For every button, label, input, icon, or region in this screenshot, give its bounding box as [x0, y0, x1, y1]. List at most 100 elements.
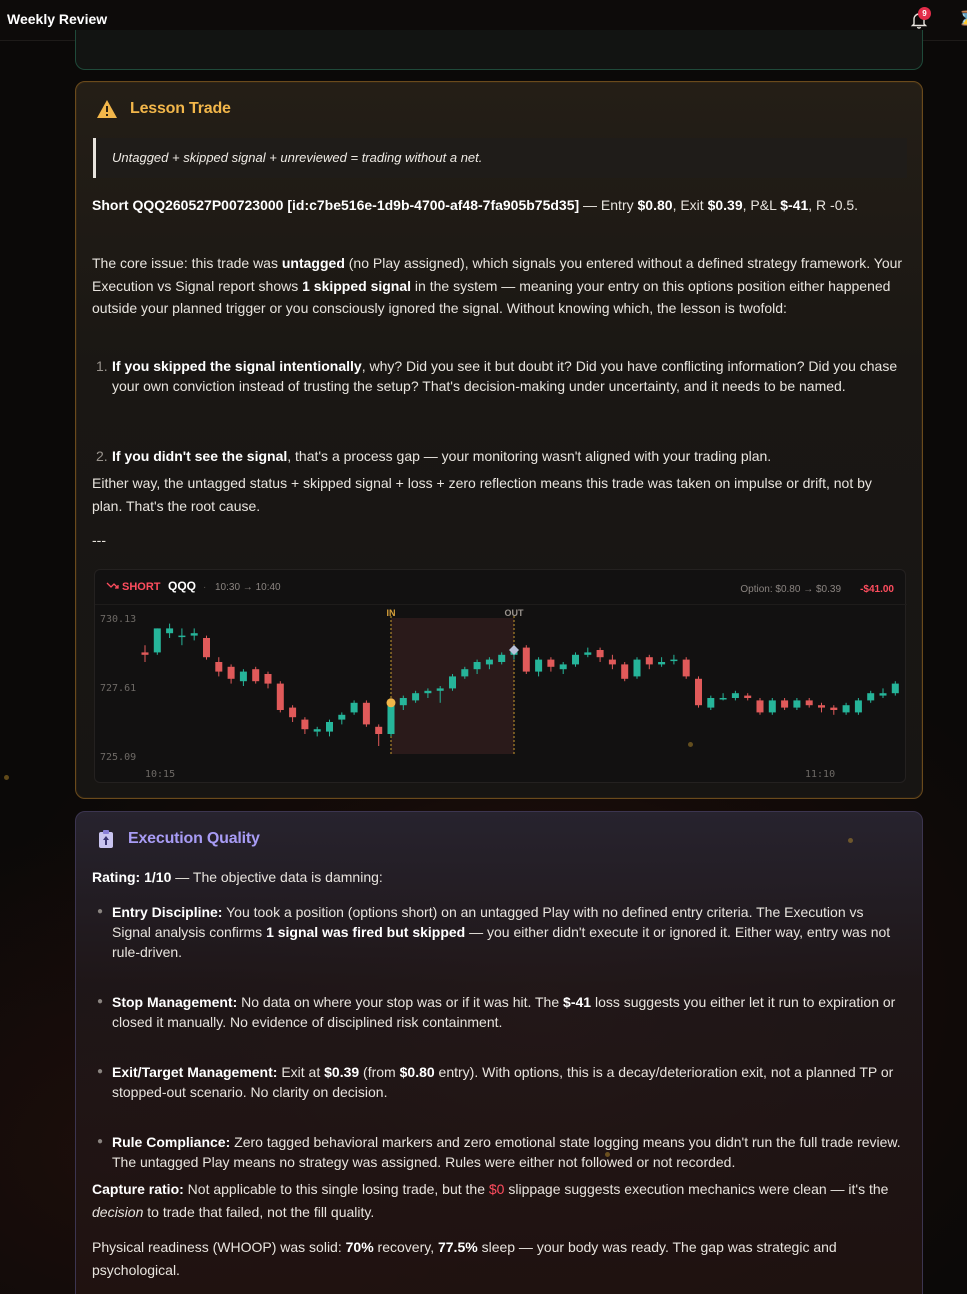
lesson-quote: Untagged + skipped signal + unreviewed =… [93, 138, 907, 178]
candle-body [707, 698, 715, 708]
candle-body [473, 662, 481, 670]
entry-prefix: — Entry [579, 197, 638, 213]
candle-body [449, 676, 456, 689]
candle-body [805, 700, 813, 706]
candle-body [178, 635, 186, 638]
trade-label: Short QQQ260527P00723000 [id:c7be516e-1d… [92, 197, 580, 213]
candle-body [842, 705, 850, 713]
candle-body [547, 659, 555, 667]
list-item-bold: Stop Management: [112, 994, 238, 1010]
ambient-dot [848, 838, 853, 843]
clipboard-icon [99, 830, 113, 848]
list-item: ● Entry Discipline: You took a position … [92, 902, 906, 962]
list-item: 2. If you didn't see the signal, that's … [92, 446, 904, 466]
list-item-bold: $0.80 [399, 1064, 435, 1080]
candle-body [768, 700, 776, 713]
direction-label: SHORT [122, 581, 161, 593]
candle-body [879, 693, 887, 696]
bullet: ● [97, 906, 104, 917]
list-item-bold: $0.39 [324, 1064, 360, 1080]
list-item-bold: Exit/Target Management: [112, 1064, 278, 1080]
bullet: ● [97, 996, 104, 1007]
slippage-value: $0 [488, 1181, 505, 1197]
candle-body [744, 695, 752, 698]
candle-body [867, 693, 875, 701]
list-item: ● Exit/Target Management: Exit at $0.39 … [92, 1062, 906, 1102]
candle-body [289, 707, 297, 718]
candle-body [227, 666, 235, 679]
warning-icon [97, 100, 117, 118]
y-tick-label: 730.13 [100, 614, 136, 625]
entry-marker [386, 698, 396, 708]
chart-pnl: -$41.00 [860, 584, 894, 595]
entry-label: IN [387, 608, 396, 618]
capture-label: Capture ratio: [92, 1181, 184, 1197]
ambient-dot [4, 775, 9, 780]
capture-ratio-paragraph: Capture ratio: Not applicable to this si… [92, 1178, 904, 1223]
candle-body [522, 647, 530, 672]
list-item-text: , that's a process gap — your monitoring… [287, 448, 772, 464]
list-item-bold: $-41 [563, 994, 592, 1010]
trend-down-icon [106, 582, 119, 589]
candle-body [498, 654, 506, 662]
candle-body [830, 707, 838, 710]
execution-title: Execution Quality [128, 830, 260, 847]
rating-label: Rating: 1/10 [92, 869, 172, 885]
candle-body [252, 669, 260, 682]
list-number: 2. [96, 448, 108, 464]
candle-body [584, 652, 592, 655]
capture-text: Not applicable to this single losing tra… [183, 1181, 489, 1197]
list-item-bold: If you skipped the signal intentionally [112, 358, 362, 374]
x-end-label: 11:10 [805, 769, 835, 780]
hourglass-icon[interactable]: ⌛ [958, 10, 967, 27]
exit-prefix: , Exit [672, 197, 708, 213]
candle-body [215, 662, 223, 672]
trade-chart: SHORT QQQ · 10:30 → 10:40 Option: $0.80 … [94, 569, 907, 783]
candle-body [645, 657, 653, 665]
previous-card [75, 30, 923, 70]
candle-body [375, 726, 383, 734]
rating-text: — The objective data is damning: [171, 869, 383, 885]
entry-price: $0.80 [637, 197, 673, 213]
candle-body [695, 678, 702, 706]
core-issue-bold: untagged [281, 255, 345, 271]
candle-body [301, 719, 309, 730]
candle-body [190, 633, 198, 636]
candle-body [731, 693, 739, 698]
bullet: ● [97, 1066, 104, 1077]
candle-body [239, 671, 247, 682]
list-item-bold: Entry Discipline: [112, 904, 223, 920]
list-item-text: Exit at [277, 1064, 325, 1080]
candle-body [633, 659, 641, 677]
physical-text: recovery, [373, 1239, 438, 1255]
candle-body [412, 693, 420, 701]
y-tick-label: 727.61 [100, 683, 136, 694]
physical-text: Physical readiness (WHOOP) was solid: [92, 1239, 346, 1255]
candle-body [793, 700, 801, 708]
candle-body [596, 650, 604, 658]
notification-badge: 9 [918, 7, 931, 20]
list-item-bold: Rule Compliance: [112, 1134, 231, 1150]
lesson-title: Lesson Trade [130, 100, 231, 117]
list-item-text: Zero tagged behavioral markers and zero … [112, 1134, 901, 1170]
lesson-trade-card: Lesson Trade Untagged + skipped signal +… [75, 81, 923, 799]
app-title: Weekly Review [7, 11, 108, 27]
candle-body [436, 688, 444, 691]
candle-body [399, 698, 407, 706]
candle-body [670, 659, 678, 662]
candle-body [535, 659, 543, 672]
list-item: ● Stop Management: No data on where your… [92, 992, 906, 1032]
candle-body [424, 690, 432, 694]
candle-body [682, 659, 690, 677]
candle-body [854, 700, 862, 713]
core-issue-text: The core issue: this trade was [92, 255, 282, 271]
pnl-value: $-41 [780, 197, 809, 213]
exit-label: OUT [505, 608, 525, 618]
exit-price: $0.39 [707, 197, 743, 213]
list-item: 1. If you skipped the signal intentional… [92, 356, 904, 396]
candle-body [264, 674, 272, 684]
candle-body [276, 683, 284, 710]
core-issue-paragraph: The core issue: this trade was untagged … [92, 252, 904, 320]
candle-body [461, 669, 469, 677]
separator-text: --- [92, 532, 106, 548]
